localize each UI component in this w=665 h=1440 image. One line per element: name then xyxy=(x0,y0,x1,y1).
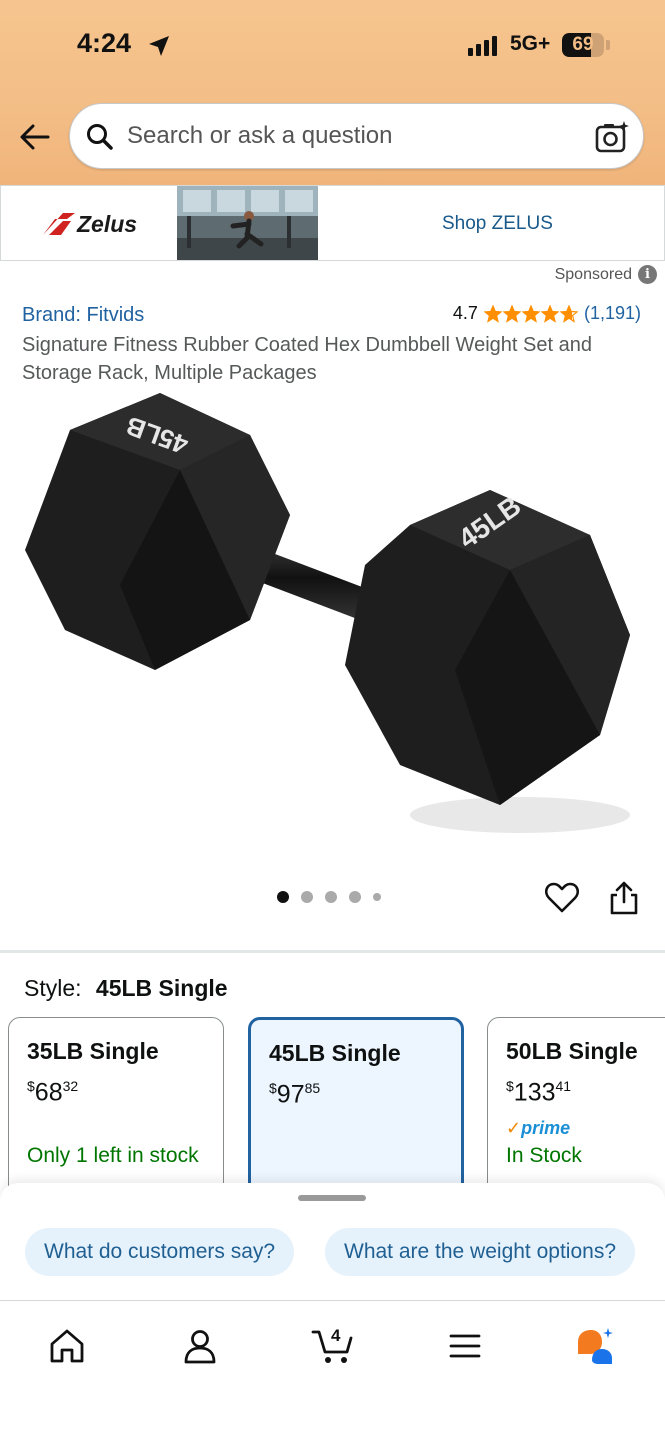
sponsored-text: Sponsored xyxy=(554,265,632,283)
price-currency: $ xyxy=(27,1078,35,1094)
battery-icon: 69 xyxy=(562,33,604,57)
zelus-logo: Zelus xyxy=(41,210,137,238)
carousel-dot[interactable] xyxy=(349,891,361,903)
prime-check-icon: ✓ xyxy=(506,1118,522,1138)
product-title: Signature Fitness Rubber Coated Hex Dumb… xyxy=(22,334,592,384)
option-price: $13341 xyxy=(506,1078,571,1107)
location-arrow-icon xyxy=(149,36,169,56)
style-label: Style: xyxy=(24,975,82,1001)
star-rating xyxy=(483,304,578,323)
price-whole: 133 xyxy=(513,1078,556,1107)
prime-text: prime xyxy=(521,1118,571,1138)
sheet-drag-handle[interactable] xyxy=(298,1195,366,1201)
image-carousel-dots[interactable] xyxy=(277,891,381,903)
selected-style: 45LB Single xyxy=(95,975,228,1001)
banner-gym-photo xyxy=(177,186,318,260)
star-icon xyxy=(521,304,540,323)
app-header: 4:24 5G+ 69 xyxy=(0,0,665,185)
star-icon xyxy=(540,304,559,323)
price-currency: $ xyxy=(269,1080,277,1096)
option-name: 45LB Single xyxy=(269,1040,401,1066)
assistant-bottom-sheet[interactable]: What do customers say? What are the weig… xyxy=(0,1183,665,1303)
sponsored-label[interactable]: Sponsored i xyxy=(555,265,657,284)
brand-link[interactable]: Brand: Fitvids xyxy=(22,304,144,327)
style-selector-label: Style: 45LB Single xyxy=(24,975,228,1002)
share-icon[interactable] xyxy=(608,880,640,916)
info-icon[interactable]: i xyxy=(638,265,657,284)
account-icon[interactable] xyxy=(180,1326,220,1366)
price-whole: 68 xyxy=(34,1078,63,1107)
star-icon xyxy=(559,304,578,323)
price-fraction: 32 xyxy=(62,1078,79,1094)
product-image[interactable]: 45LB 45LB xyxy=(10,385,650,855)
zelus-logo-text: Zelus xyxy=(77,210,138,237)
price-fraction: 85 xyxy=(304,1080,321,1096)
menu-icon[interactable] xyxy=(445,1326,485,1366)
price-currency: $ xyxy=(506,1078,514,1094)
option-price: $9785 xyxy=(269,1080,320,1109)
rating-summary[interactable]: 4.7 (1,191) xyxy=(453,303,641,324)
camera-search-icon[interactable] xyxy=(594,119,630,155)
prime-badge: ✓prime xyxy=(506,1118,570,1139)
rating-value: 4.7 xyxy=(452,303,478,323)
prompt-chip-customers-say[interactable]: What do customers say? xyxy=(25,1228,295,1276)
option-stock: Only 1 left in stock xyxy=(27,1144,199,1167)
option-name: 35LB Single xyxy=(27,1038,159,1064)
search-input[interactable] xyxy=(127,122,567,150)
carousel-dot[interactable] xyxy=(301,891,313,903)
bottom-tab-bar xyxy=(0,1300,665,1440)
option-stock: In Stock xyxy=(506,1144,582,1167)
section-divider xyxy=(0,950,665,953)
rating-count[interactable]: (1,191) xyxy=(584,303,641,324)
back-arrow-icon[interactable] xyxy=(18,120,52,154)
battery-tip xyxy=(606,40,610,50)
sponsored-banner[interactable]: Zelus Shop ZELUS xyxy=(0,185,665,261)
option-name: 50LB Single xyxy=(506,1038,638,1064)
zelus-logo-mark-icon xyxy=(43,213,75,235)
battery-level: 69 xyxy=(572,34,594,55)
shop-zelus-link[interactable]: Shop ZELUS xyxy=(442,213,553,235)
option-price: $6832 xyxy=(27,1078,78,1107)
carousel-dot[interactable] xyxy=(277,891,289,903)
cart-count-badge: 4 xyxy=(331,1326,341,1345)
home-icon[interactable] xyxy=(47,1326,87,1366)
star-icon xyxy=(483,304,502,323)
price-whole: 97 xyxy=(276,1080,305,1109)
signal-icon xyxy=(468,36,497,56)
carousel-dot[interactable] xyxy=(325,891,337,903)
search-bar[interactable] xyxy=(69,103,644,169)
price-fraction: 41 xyxy=(555,1078,572,1094)
carousel-dot[interactable] xyxy=(373,893,381,901)
heart-icon[interactable] xyxy=(544,879,580,915)
status-time: 4:24 xyxy=(77,28,132,58)
search-icon xyxy=(87,124,113,150)
network-type: 5G+ xyxy=(510,32,551,55)
rufus-assistant-icon[interactable] xyxy=(574,1326,614,1366)
prompt-chip-weight-options[interactable]: What are the weight options? xyxy=(325,1228,635,1276)
star-icon xyxy=(502,304,521,323)
